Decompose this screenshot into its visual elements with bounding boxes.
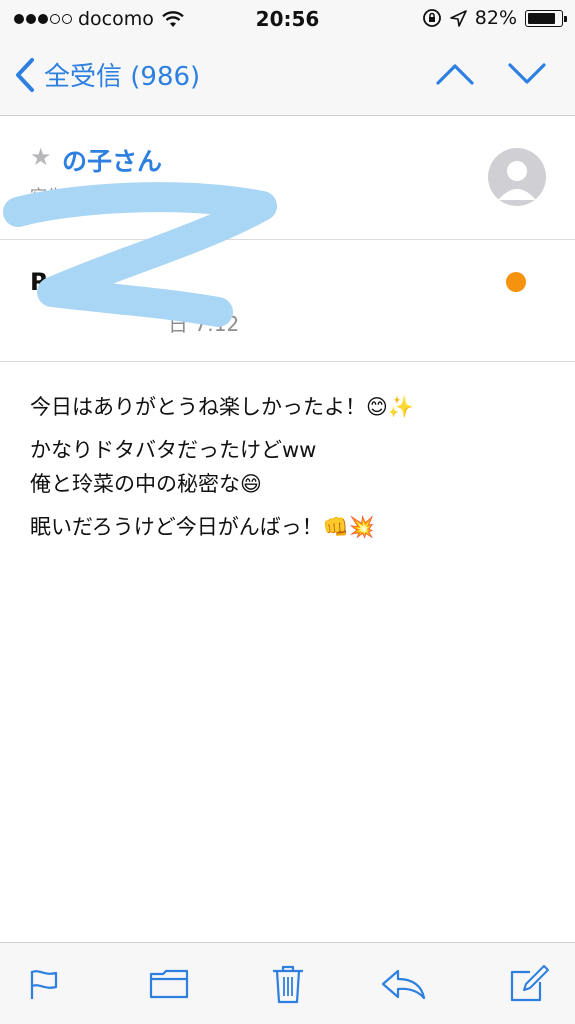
- status-bar: docomo 20:56 82%: [0, 0, 575, 38]
- location-arrow-icon: [449, 9, 467, 27]
- reply-button[interactable]: [380, 961, 426, 1007]
- compose-button[interactable]: [506, 961, 552, 1007]
- avatar: [488, 148, 546, 206]
- previous-message-button[interactable]: [436, 62, 474, 90]
- folder-icon: [149, 969, 189, 999]
- sender-name[interactable]: の子さん: [62, 142, 162, 178]
- battery-percent: 82%: [474, 7, 517, 29]
- flag-icon: [30, 970, 58, 999]
- body-paragraph: 今日はありがとうね楽しかったよ！😊✨: [30, 390, 550, 425]
- recipient-text: 宛先：斎藤玲菜: [30, 187, 149, 207]
- body-paragraph: 眠いだろうけど今日がんばっ！👊💥: [30, 510, 550, 545]
- next-message-button[interactable]: [508, 62, 546, 90]
- body-paragraph: かなりドタバタだったけどww 俺と玲菜の中の秘密な😄: [30, 433, 550, 502]
- battery-icon: [525, 9, 567, 27]
- unread-indicator: [506, 272, 526, 292]
- chevron-up-icon: [436, 64, 474, 85]
- chevron-down-icon: [508, 63, 546, 84]
- star-icon[interactable]: ★: [30, 143, 52, 171]
- compose-icon: [510, 965, 549, 1002]
- body-line: 俺と玲菜の中の秘密な😄: [30, 472, 262, 497]
- status-right: 82%: [422, 7, 567, 29]
- back-button[interactable]: 全受信 (986): [14, 56, 200, 93]
- subject-block: R 日 7:12: [0, 240, 575, 362]
- move-to-folder-button[interactable]: [146, 961, 192, 1007]
- bottom-toolbar: [0, 942, 575, 1024]
- body-line: かなりドタバタだったけどww: [30, 437, 317, 462]
- recipient-line: 宛先：斎藤玲菜 詳細: [30, 182, 189, 207]
- message-header: ★ の子さん 宛先：斎藤玲菜 詳細: [0, 116, 575, 240]
- navigation-bar: 全受信 (986): [0, 38, 575, 116]
- trash-button[interactable]: [265, 961, 311, 1007]
- reply-icon: [381, 969, 426, 1000]
- details-link[interactable]: 詳細: [155, 187, 189, 207]
- body-line: 今日はありがとうね楽しかったよ！😊✨: [30, 395, 415, 419]
- subject: R: [30, 268, 49, 296]
- message-body: 今日はありがとうね楽しかったよ！😊✨ かなりドタバタだったけどww 俺と玲菜の中の秘…: [30, 390, 550, 553]
- body-line: 眠いだろうけど今日がんばっ！👊💥: [30, 514, 376, 539]
- message-date: 日 7:12: [168, 312, 240, 336]
- person-icon: [498, 161, 536, 200]
- rotation-lock-icon: [422, 9, 441, 27]
- chevron-left-icon: [16, 57, 34, 92]
- trash-icon: [273, 965, 303, 1004]
- back-label: 全受信 (986): [44, 62, 201, 92]
- flag-button[interactable]: [20, 961, 66, 1007]
